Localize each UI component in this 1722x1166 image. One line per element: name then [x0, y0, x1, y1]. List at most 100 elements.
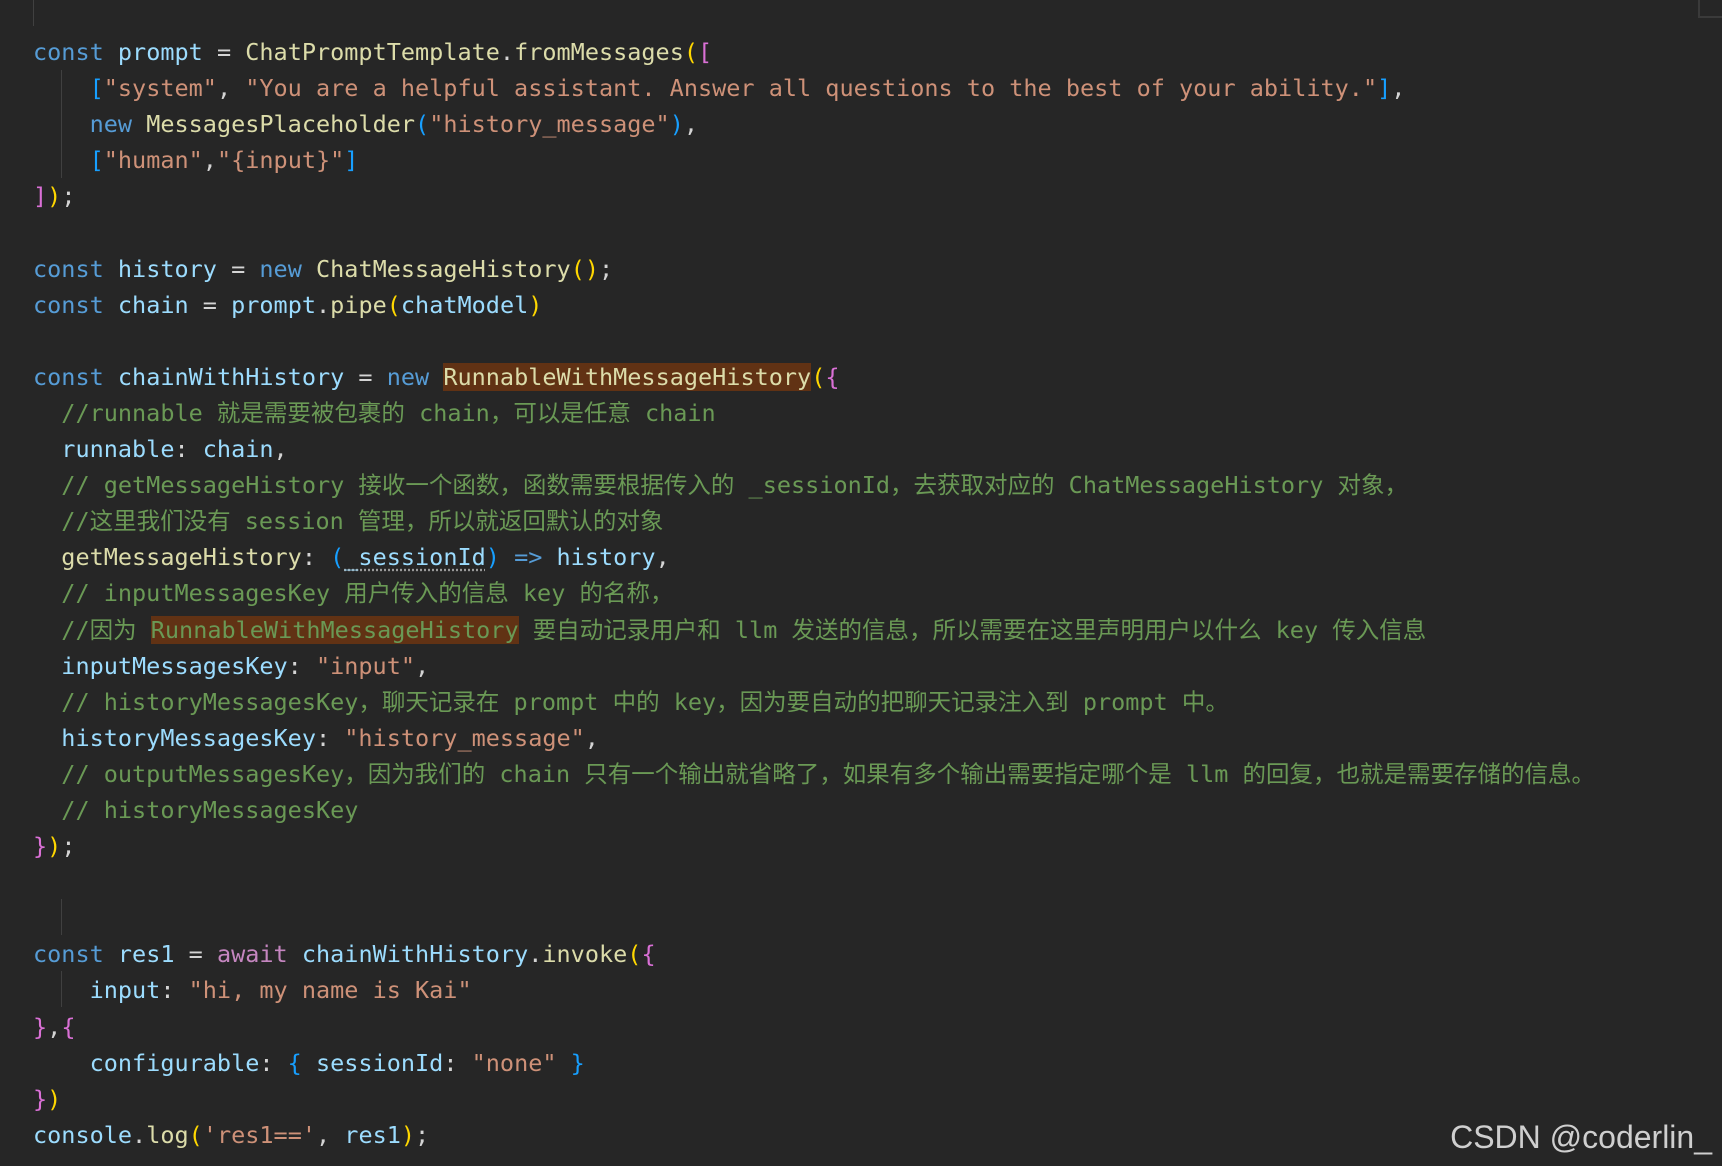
code-token: ;	[61, 182, 76, 211]
code-token: )	[485, 543, 500, 572]
code-token: :	[315, 723, 345, 752]
code-line[interactable]: // historyMessagesKey	[33, 792, 1595, 828]
code-token: {	[825, 362, 840, 391]
code-token: ]	[1377, 74, 1392, 103]
code-token: //因为	[61, 615, 151, 644]
code-token: )	[47, 182, 62, 211]
code-token: runnable	[61, 435, 175, 464]
code-line[interactable]	[33, 864, 1595, 900]
code-token: chatModel	[400, 290, 529, 319]
code-token: ;	[415, 1120, 430, 1149]
code-line[interactable]: })	[33, 1081, 1595, 1117]
code-line[interactable]: const res1 = await chainWithHistory.invo…	[33, 936, 1595, 972]
code-token: (	[627, 940, 642, 969]
code-line[interactable]: },{	[33, 1009, 1595, 1045]
code-token: "human"	[103, 146, 203, 175]
code-token: sessionId	[315, 1048, 444, 1077]
code-line[interactable]: input: "hi, my name is Kai"	[33, 972, 1595, 1008]
code-token: new	[259, 254, 302, 283]
code-token: }	[33, 1084, 48, 1113]
code-line[interactable]: inputMessagesKey: "input",	[33, 648, 1595, 684]
code-line[interactable]: const history = new ChatMessageHistory()…	[33, 251, 1595, 287]
code-token: res1	[117, 940, 175, 969]
code-token: input	[89, 976, 161, 1005]
code-line[interactable]	[33, 900, 1595, 936]
code-token: ]	[33, 182, 48, 211]
code-token: const	[33, 38, 104, 66]
code-token: 'res1=='	[202, 1120, 316, 1149]
code-token: =	[216, 254, 260, 283]
code-line[interactable]: const chain = prompt.pipe(chatModel)	[33, 287, 1595, 323]
code-token: res1	[344, 1120, 401, 1149]
code-token: ,	[1391, 74, 1406, 103]
code-token: RunnableWithMessageHistory	[150, 615, 519, 644]
code-line[interactable]: runnable: chain,	[33, 431, 1595, 467]
code-token: =>	[514, 543, 543, 572]
code-token: )	[47, 1084, 62, 1113]
code-content[interactable]: const prompt = ChatPromptTemplate.fromMe…	[33, 34, 1595, 1153]
code-line[interactable]: //因为 RunnableWithMessageHistory 要自动记录用户和…	[33, 612, 1595, 648]
code-token: )	[528, 290, 543, 319]
code-token: prompt	[117, 38, 203, 66]
code-token: MessagesPlaceholder	[146, 110, 416, 139]
code-token: ,	[316, 1120, 345, 1149]
code-line[interactable]: ]);	[33, 178, 1595, 214]
code-token: [	[698, 38, 713, 66]
code-token: invoke	[542, 940, 628, 969]
code-line[interactable]: new MessagesPlaceholder("history_message…	[33, 106, 1595, 142]
code-line[interactable]: ["system", "You are a helpful assistant.…	[33, 70, 1595, 106]
code-line[interactable]: });	[33, 828, 1595, 864]
code-line[interactable]	[33, 214, 1595, 250]
code-token: ;	[598, 254, 614, 283]
code-token: // historyMessagesKey，聊天记录在 prompt 中的 ke…	[61, 687, 1229, 716]
code-line[interactable]: //runnable 就是需要被包裹的 chain，可以是任意 chain	[33, 395, 1595, 431]
code-line[interactable]: historyMessagesKey: "history_message",	[33, 720, 1595, 756]
code-token: ,	[655, 543, 670, 572]
code-line[interactable]: // historyMessagesKey，聊天记录在 prompt 中的 ke…	[33, 684, 1595, 720]
code-token: }	[33, 1012, 48, 1041]
code-line[interactable]: console.log('res1==', res1);	[33, 1117, 1595, 1153]
code-line[interactable]: //这里我们没有 session 管理，所以就返回默认的对象	[33, 503, 1595, 539]
code-token: )	[47, 832, 62, 861]
code-token: =	[202, 38, 246, 66]
code-line[interactable]: // inputMessagesKey 用户传入的信息 key 的名称，	[33, 575, 1595, 611]
code-token: "system"	[103, 74, 217, 103]
code-line[interactable]: const prompt = ChatPromptTemplate.fromMe…	[33, 34, 1595, 70]
code-line[interactable]: // outputMessagesKey，因为我们的 chain 只有一个输出就…	[33, 756, 1595, 792]
code-line[interactable]: // getMessageHistory 接收一个函数，函数需要根据传入的 _s…	[33, 467, 1595, 503]
code-line[interactable]: ["human","{input}"]	[33, 142, 1595, 178]
scrollbar-corner[interactable]	[1698, 0, 1722, 18]
code-token: prompt	[231, 290, 316, 319]
code-line[interactable]: getMessageHistory: (_sessionId) => histo…	[33, 539, 1595, 575]
code-token: inputMessagesKey	[61, 651, 288, 680]
code-token: ChatPromptTemplate	[245, 38, 500, 66]
csdn-watermark: CSDN @coderlin_	[1450, 1119, 1712, 1155]
code-token: .	[316, 290, 331, 319]
code-token: "You are a helpful assistant. Answer all…	[245, 74, 1378, 103]
code-line[interactable]: configurable: { sessionId: "none" }	[33, 1045, 1595, 1081]
code-token: RunnableWithMessageHistory	[443, 362, 812, 391]
code-line[interactable]: const chainWithHistory = new RunnableWit…	[33, 359, 1595, 395]
code-editor[interactable]: const prompt = ChatPromptTemplate.fromMe…	[0, 0, 1722, 1166]
code-token: "hi, my name is Kai"	[188, 976, 472, 1005]
code-token: =	[174, 940, 217, 969]
code-token: const	[33, 362, 104, 391]
code-token: (	[415, 110, 430, 139]
code-token: ,	[683, 110, 699, 139]
code-token: ;	[61, 832, 76, 861]
code-line[interactable]	[33, 323, 1595, 359]
